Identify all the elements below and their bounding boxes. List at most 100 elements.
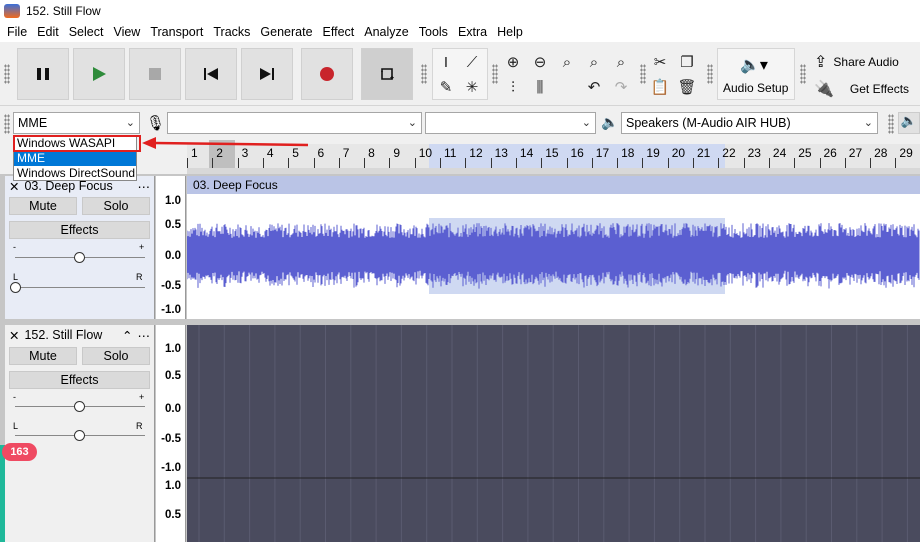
effects-button[interactable]: Effects bbox=[9, 221, 150, 239]
track-name[interactable]: 03. Deep Focus bbox=[24, 179, 112, 193]
scale-label: 0.0 bbox=[165, 403, 181, 415]
copy-button[interactable]: ❐ bbox=[675, 50, 699, 74]
zoom-in-icon: ⊕ bbox=[506, 54, 520, 71]
redo-button[interactable]: ↷ bbox=[609, 75, 633, 99]
multi-tool-button[interactable]: ✳ bbox=[460, 75, 484, 99]
solo-button[interactable]: Solo bbox=[82, 197, 150, 215]
toolbar-grip-icon[interactable] bbox=[4, 64, 10, 84]
audio-host-select[interactable]: MME ⌄ bbox=[13, 112, 140, 134]
skip-to-start-button[interactable] bbox=[185, 48, 237, 100]
ruler-tick-label: 12 bbox=[469, 146, 483, 160]
dropdown-option-mme[interactable]: MME bbox=[14, 151, 136, 166]
track-name[interactable]: 152. Still Flow bbox=[24, 328, 102, 342]
collapse-track-icon[interactable]: ⌃ bbox=[122, 328, 132, 343]
gain-slider-knob[interactable] bbox=[74, 401, 85, 412]
skip-to-end-button[interactable] bbox=[241, 48, 293, 100]
playback-meter-button[interactable]: 🔈 bbox=[898, 112, 920, 134]
cut-button[interactable]: ✂ bbox=[648, 50, 672, 74]
envelope-tool-button[interactable]: ⟋ bbox=[460, 50, 484, 74]
audio-setup-grip-icon[interactable] bbox=[707, 64, 713, 84]
ruler-tick-label: 24 bbox=[772, 146, 787, 160]
notification-badge[interactable]: 163 bbox=[2, 443, 37, 461]
recording-channels-select[interactable]: ⌄ bbox=[425, 112, 596, 134]
ruler-tick-mark bbox=[465, 158, 467, 168]
empty-track-grid bbox=[187, 325, 920, 542]
zoom-in-button[interactable]: ⊕ bbox=[501, 50, 525, 74]
menu-help[interactable]: Help bbox=[492, 22, 528, 42]
track-1-waveform-area[interactable]: 03. Deep Focus bbox=[187, 176, 920, 319]
menu-tracks[interactable]: Tracks bbox=[208, 22, 255, 42]
playback-device-select[interactable]: Speakers (M-Audio AIR HUB) ⌄ bbox=[621, 112, 878, 134]
undo-button[interactable]: ↶ bbox=[582, 75, 606, 99]
gain-plus-label: + bbox=[139, 392, 145, 402]
trim-icon: ⫶ bbox=[511, 78, 515, 96]
menu-select[interactable]: Select bbox=[64, 22, 109, 42]
meter-grip-icon[interactable] bbox=[888, 114, 894, 134]
pan-slider-knob[interactable] bbox=[74, 430, 85, 441]
track-menu-icon[interactable]: ⋯ bbox=[138, 179, 151, 194]
fit-selection-button[interactable]: ⌕ bbox=[555, 50, 579, 74]
share-audio-button[interactable]: ⇪ Share Audio bbox=[814, 52, 899, 72]
menu-extra[interactable]: Extra bbox=[453, 22, 492, 42]
share-grip-icon[interactable] bbox=[800, 64, 806, 84]
menu-tools[interactable]: Tools bbox=[414, 22, 453, 42]
zoom-out-button[interactable]: ⊖ bbox=[528, 50, 552, 74]
gain-plus-label: + bbox=[139, 242, 145, 252]
pan-slider[interactable] bbox=[15, 287, 145, 288]
edit-grip-icon[interactable] bbox=[492, 64, 498, 84]
ruler-tick-label: 16 bbox=[570, 146, 584, 160]
fit-project-button[interactable]: ⌕ bbox=[582, 50, 606, 74]
device-grip-icon[interactable] bbox=[4, 114, 10, 134]
menu-analyze[interactable]: Analyze bbox=[359, 22, 413, 42]
ruler-tick-mark bbox=[515, 158, 517, 168]
scissors-icon: ✂ bbox=[653, 54, 667, 71]
tools-grip-icon[interactable] bbox=[421, 64, 427, 84]
menu-view[interactable]: View bbox=[108, 22, 145, 42]
close-track-icon[interactable]: ✕ bbox=[9, 328, 19, 343]
pan-slider-knob[interactable] bbox=[10, 282, 21, 293]
menu-generate[interactable]: Generate bbox=[255, 22, 317, 42]
audio-setup-button[interactable]: 🔈▾ Audio Setup bbox=[717, 48, 795, 100]
zoom-toggle-button[interactable]: ⌕ bbox=[609, 50, 633, 74]
get-effects-button[interactable]: 🔌 Get Effects bbox=[814, 79, 909, 99]
pause-button[interactable] bbox=[17, 48, 69, 100]
draw-tool-button[interactable]: ✎ bbox=[434, 75, 458, 99]
mute-button[interactable]: Mute bbox=[9, 347, 77, 365]
menu-file[interactable]: File bbox=[2, 22, 32, 42]
dropdown-option-directsound[interactable]: Windows DirectSound bbox=[14, 166, 136, 181]
stop-icon bbox=[149, 68, 161, 80]
record-button[interactable] bbox=[301, 48, 353, 100]
mute-button[interactable]: Mute bbox=[9, 197, 77, 215]
menu-transport[interactable]: Transport bbox=[145, 22, 208, 42]
track-2-empty-area[interactable] bbox=[187, 325, 920, 542]
loop-button[interactable] bbox=[361, 48, 413, 100]
audio-setup-label: Audio Setup bbox=[723, 81, 789, 95]
trim-audio-button[interactable]: ⫶ bbox=[501, 75, 525, 99]
gain-slider-knob[interactable] bbox=[74, 252, 85, 263]
scale-label: 0.0 bbox=[165, 250, 181, 262]
audio-host-value: MME bbox=[18, 116, 48, 130]
effects-button[interactable]: Effects bbox=[9, 371, 150, 389]
ruler-tick-mark bbox=[591, 158, 593, 168]
solo-button[interactable]: Solo bbox=[82, 347, 150, 365]
silence-audio-button[interactable]: ⫼ bbox=[528, 75, 552, 99]
delete-button[interactable]: 🗑 bbox=[675, 75, 699, 99]
ruler-tick-mark bbox=[389, 158, 391, 168]
recording-device-select[interactable]: ⌄ bbox=[167, 112, 422, 134]
play-button[interactable] bbox=[73, 48, 125, 100]
i-beam-icon: I bbox=[443, 53, 449, 71]
undo-icon: ↶ bbox=[587, 79, 601, 96]
get-effects-label: Get Effects bbox=[849, 82, 910, 96]
menu-edit[interactable]: Edit bbox=[32, 22, 64, 42]
clipboard-grip-icon[interactable] bbox=[640, 64, 646, 84]
fit-selection-icon: ⌕ bbox=[562, 53, 572, 71]
menu-effect[interactable]: Effect bbox=[318, 22, 360, 42]
stop-button[interactable] bbox=[129, 48, 181, 100]
selection-tool-button[interactable]: I bbox=[434, 50, 458, 74]
track-menu-icon[interactable]: ⋯ bbox=[138, 328, 151, 343]
loop-icon bbox=[381, 68, 394, 80]
ruler-tick-label: 9 bbox=[393, 146, 401, 160]
paste-button[interactable]: 📋 bbox=[648, 75, 672, 99]
skip-start-icon bbox=[204, 68, 218, 80]
track-controls-deep-focus: ✕ 03. Deep Focus ⋯ Mute Solo Effects - +… bbox=[5, 176, 155, 319]
